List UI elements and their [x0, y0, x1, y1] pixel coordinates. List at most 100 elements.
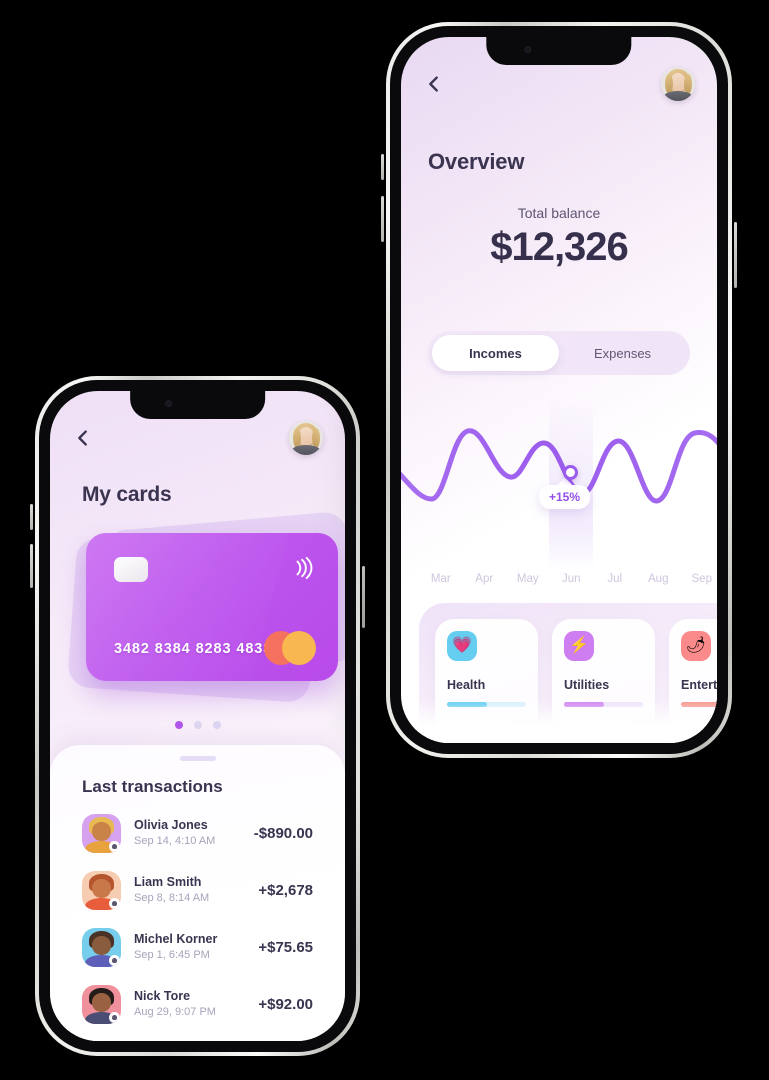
mastercard-right-circle	[282, 631, 316, 665]
profile-avatar[interactable]	[661, 67, 695, 101]
person-badge-icon	[109, 898, 120, 909]
chip-icon	[114, 557, 148, 582]
phone-bezel: My cards 3482 8384 8283 4833 Last transa…	[39, 380, 356, 1052]
avatar-face	[92, 879, 111, 898]
front-camera-icon	[164, 400, 172, 407]
category-card-entertainment[interactable]: 🌶 Entertainment	[669, 619, 717, 735]
progress-bar-track	[447, 702, 526, 707]
avatar-shoulders	[663, 91, 693, 101]
overview-screen: Overview Total balance $12,326 Incomes E…	[401, 37, 717, 743]
transaction-amount: +$2,678	[258, 882, 313, 899]
transaction-info: Nick Tore Aug 29, 9:07 PM	[134, 988, 245, 1020]
phone-bezel: Overview Total balance $12,326 Incomes E…	[390, 26, 728, 754]
table-row[interactable]: Liam Smith Sep 8, 8:14 AM +$2,678	[72, 862, 323, 919]
transaction-info: Liam Smith Sep 8, 8:14 AM	[134, 874, 245, 906]
person-badge-icon	[109, 1012, 120, 1023]
mastercard-icon	[264, 631, 316, 665]
phone-device-my-cards: My cards 3482 8384 8283 4833 Last transa…	[30, 376, 365, 1056]
avatar-shoulders	[291, 445, 321, 455]
transaction-name: Olivia Jones	[134, 818, 208, 833]
carousel-dot-3[interactable]	[212, 721, 221, 729]
volume-down-button[interactable]	[381, 196, 384, 242]
transactions-sheet: Last transactions Olivia Jones Sep 14, 4…	[50, 745, 345, 1041]
my-cards-screen: My cards 3482 8384 8283 4833 Last transa…	[50, 391, 345, 1041]
chart-data-point-marker[interactable]	[563, 465, 578, 480]
carousel-dot-1[interactable]	[174, 721, 183, 729]
axis-tick-aug: Aug	[648, 573, 669, 585]
category-card-utilities[interactable]: ⚡ Utilities	[552, 619, 655, 735]
profile-avatar[interactable]	[289, 421, 323, 455]
progress-bar-track	[681, 702, 717, 707]
transaction-info: Olivia Jones Sep 14, 4:10 AM	[134, 817, 241, 849]
card-carousel[interactable]: 3482 8384 8283 4833	[50, 510, 345, 705]
avatar-face	[92, 993, 111, 1012]
screenshot-stage: My cards 3482 8384 8283 4833 Last transa…	[0, 0, 769, 1080]
category-label: Health	[447, 678, 486, 692]
contactless-icon	[292, 555, 314, 581]
axis-tick-apr: Apr	[475, 573, 494, 585]
axis-tick-mar: Mar	[430, 573, 451, 585]
axis-tick-jul: Jul	[607, 573, 623, 585]
transaction-name: Michel Korner	[134, 932, 218, 947]
chart-tooltip: +15%	[539, 485, 591, 509]
power-button[interactable]	[734, 222, 737, 288]
notch	[129, 391, 266, 419]
page-title: My cards	[82, 483, 172, 506]
table-row[interactable]: Nick Tore Aug 29, 9:07 PM +$92.00	[72, 976, 323, 1033]
front-camera-icon	[524, 46, 532, 53]
page-title: Overview	[428, 149, 525, 174]
balance-label: Total balance	[517, 205, 601, 221]
volume-up-button[interactable]	[30, 504, 33, 530]
progress-bar-fill	[681, 702, 717, 707]
credit-card[interactable]: 3482 8384 8283 4833	[86, 533, 338, 681]
avatar	[82, 928, 121, 967]
phone-device-overview: Overview Total balance $12,326 Incomes E…	[381, 22, 737, 758]
balance-value: $12,326	[490, 225, 629, 269]
transactions-heading: Last transactions	[82, 777, 223, 796]
tab-expenses[interactable]: Expenses	[559, 335, 686, 371]
carousel-dot-2[interactable]	[193, 721, 202, 729]
transaction-amount: -$890.00	[253, 825, 313, 842]
category-card-health[interactable]: 💗 Health	[435, 619, 538, 735]
page-title-row: My cards	[82, 483, 172, 507]
bolt-icon: ⚡	[564, 631, 594, 661]
axis-tick-jun: Jun	[561, 573, 581, 585]
progress-bar-track	[564, 702, 643, 707]
back-chevron-left-icon[interactable]	[423, 73, 445, 95]
avatar	[82, 814, 121, 853]
transaction-date: Sep 14, 4:10 AM	[134, 835, 216, 848]
volume-up-button[interactable]	[381, 154, 384, 180]
axis-tick-sep: Sep	[691, 573, 712, 585]
segmented-control[interactable]: Incomes Expenses	[428, 331, 690, 375]
back-chevron-left-icon[interactable]	[72, 427, 94, 449]
avatar-face	[92, 936, 111, 955]
chili-icon: 🌶	[681, 631, 711, 661]
balance-block: Total balance $12,326	[401, 205, 717, 270]
transactions-list: Olivia Jones Sep 14, 4:10 AM -$890.00 Li…	[72, 805, 323, 1033]
heart-icon: 💗	[447, 631, 477, 661]
axis-tick-may: May	[516, 573, 539, 585]
transaction-date: Sep 1, 6:45 PM	[134, 949, 210, 962]
table-row[interactable]: Michel Korner Sep 1, 6:45 PM +$75.65	[72, 919, 323, 976]
tab-incomes[interactable]: Incomes	[432, 335, 559, 371]
transaction-name: Liam Smith	[134, 875, 202, 890]
transaction-amount: +$92.00	[258, 996, 313, 1013]
volume-down-button[interactable]	[30, 544, 33, 588]
person-badge-icon	[109, 841, 120, 852]
category-label: Utilities	[564, 678, 610, 692]
transaction-date: Aug 29, 9:07 PM	[134, 1006, 216, 1019]
avatar	[82, 871, 121, 910]
carousel-pagination[interactable]	[50, 721, 345, 729]
power-button[interactable]	[362, 566, 365, 628]
avatar	[82, 985, 121, 1024]
sheet-drag-handle[interactable]	[179, 756, 216, 761]
transaction-date: Sep 8, 8:14 AM	[134, 892, 210, 905]
progress-bar-fill	[447, 702, 487, 707]
card-sheen	[86, 533, 292, 681]
table-row[interactable]: Olivia Jones Sep 14, 4:10 AM -$890.00	[72, 805, 323, 862]
notch	[486, 37, 632, 65]
card-number: 3482 8384 8283 4833	[114, 641, 273, 657]
category-cards-panel: 💗 Health ⚡ Utilities 🌶 Entert	[419, 603, 717, 743]
transaction-info: Michel Korner Sep 1, 6:45 PM	[134, 931, 245, 963]
transaction-name: Nick Tore	[134, 989, 191, 1004]
